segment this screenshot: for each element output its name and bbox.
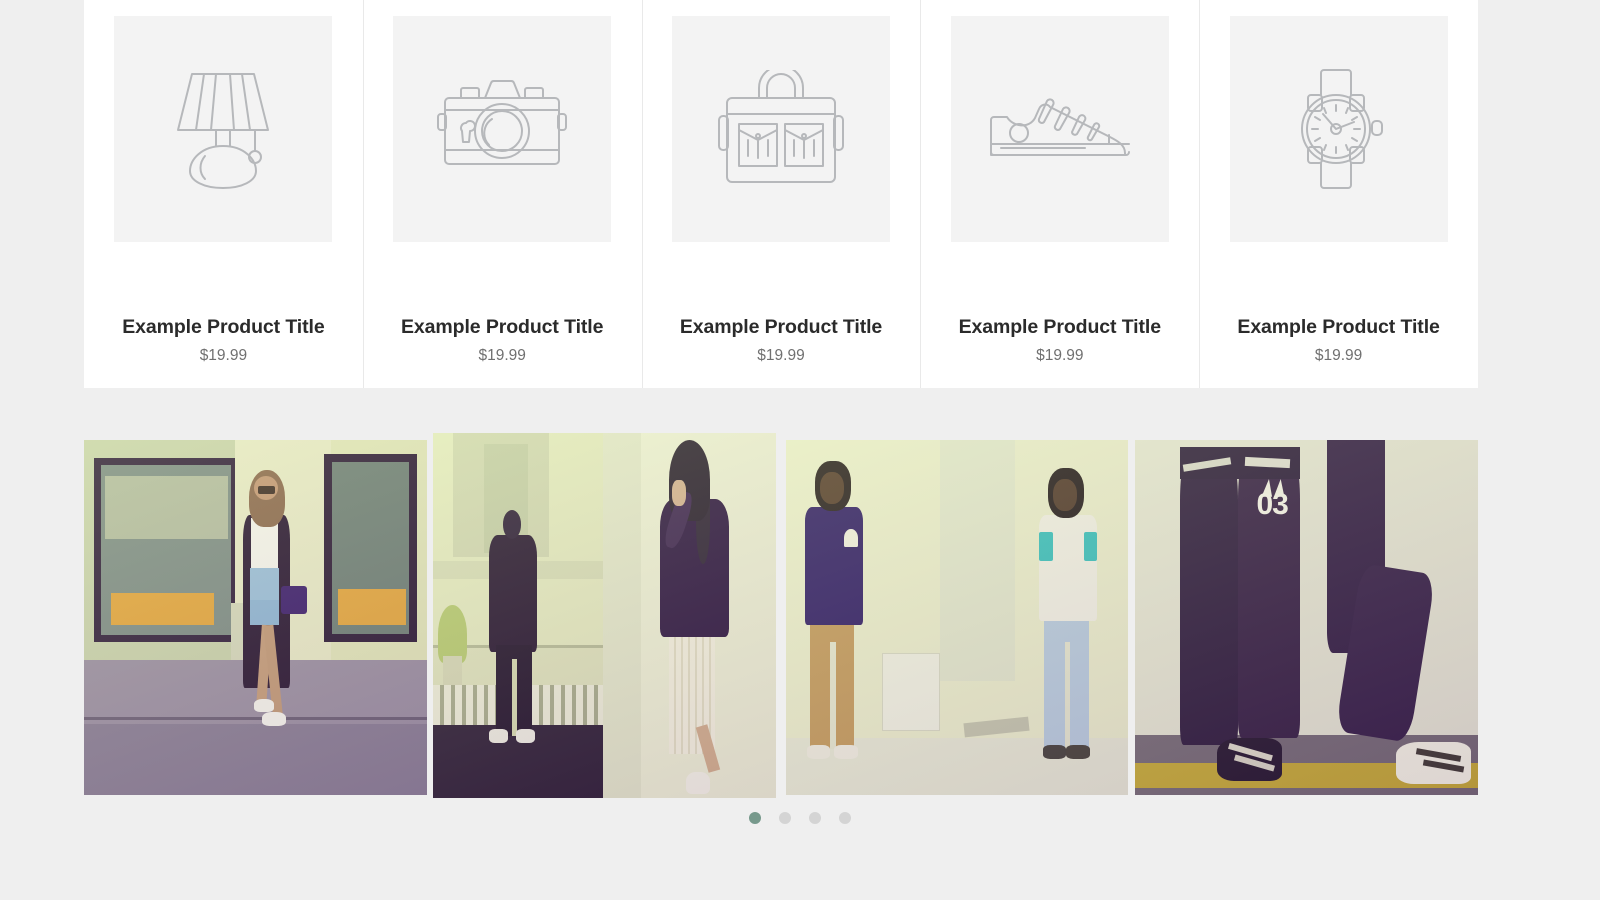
product-image-placeholder[interactable] [950, 16, 1169, 242]
product-card[interactable]: Example Product Title $19.99 [1199, 0, 1478, 388]
carousel-dot-1[interactable] [749, 812, 761, 824]
product-card[interactable]: Example Product Title $19.99 [641, 0, 921, 388]
carousel-dot-3[interactable] [809, 812, 821, 824]
track-pants-number: 03 [1256, 487, 1289, 521]
photo-gallery: 03 [84, 433, 1478, 798]
product-price: $19.99 [757, 347, 805, 365]
product-image-placeholder[interactable] [114, 16, 333, 242]
carousel-dot-2[interactable] [779, 812, 791, 824]
product-image-placeholder[interactable] [393, 16, 612, 242]
product-title: Example Product Title [401, 316, 604, 338]
product-card[interactable]: Example Product Title $19.99 [920, 0, 1200, 388]
product-meta: Example Product Title $19.99 [114, 316, 333, 366]
product-meta: Example Product Title $19.99 [393, 316, 612, 366]
gallery-image-two-men-in-studio[interactable] [786, 440, 1128, 795]
product-meta: Example Product Title $19.99 [672, 316, 891, 366]
product-price: $19.99 [1036, 347, 1084, 365]
gallery-image-woman-in-white-pleated-skirt[interactable] [603, 433, 776, 798]
product-image-placeholder[interactable] [1229, 16, 1448, 242]
gallery-image-legs-in-track-pants[interactable]: 03 [1135, 440, 1478, 795]
product-title: Example Product Title [1237, 316, 1440, 338]
product-price: $19.99 [1314, 347, 1363, 365]
product-meta: Example Product Title $19.99 [1229, 316, 1448, 366]
carousel-dot-4[interactable] [839, 812, 851, 824]
product-price: $19.99 [478, 347, 526, 365]
product-meta: Example Product Title $19.99 [950, 316, 1169, 366]
product-card[interactable]: Example Product Title $19.99 [362, 0, 642, 388]
product-card[interactable]: Example Product Title $19.99 [84, 0, 363, 388]
product-title: Example Product Title [958, 316, 1161, 338]
table-lamp-icon [165, 67, 281, 191]
handbag-icon [717, 70, 845, 188]
page-root: Example Product Title $19.99 Example Pro… [0, 0, 1600, 900]
sneaker-icon [987, 92, 1133, 166]
gallery-image-woman-in-black-coat-on-street[interactable] [84, 440, 427, 795]
product-image-placeholder[interactable] [671, 16, 890, 242]
gallery-image-man-on-rooftop[interactable] [433, 433, 603, 798]
product-title: Example Product Title [122, 316, 325, 338]
camera-icon [437, 74, 568, 184]
product-price: $19.99 [199, 347, 248, 365]
product-grid: Example Product Title $19.99 Example Pro… [84, 0, 1478, 388]
carousel-pagination [0, 812, 1600, 824]
product-title: Example Product Title [679, 316, 883, 338]
wristwatch-icon [1291, 67, 1387, 191]
